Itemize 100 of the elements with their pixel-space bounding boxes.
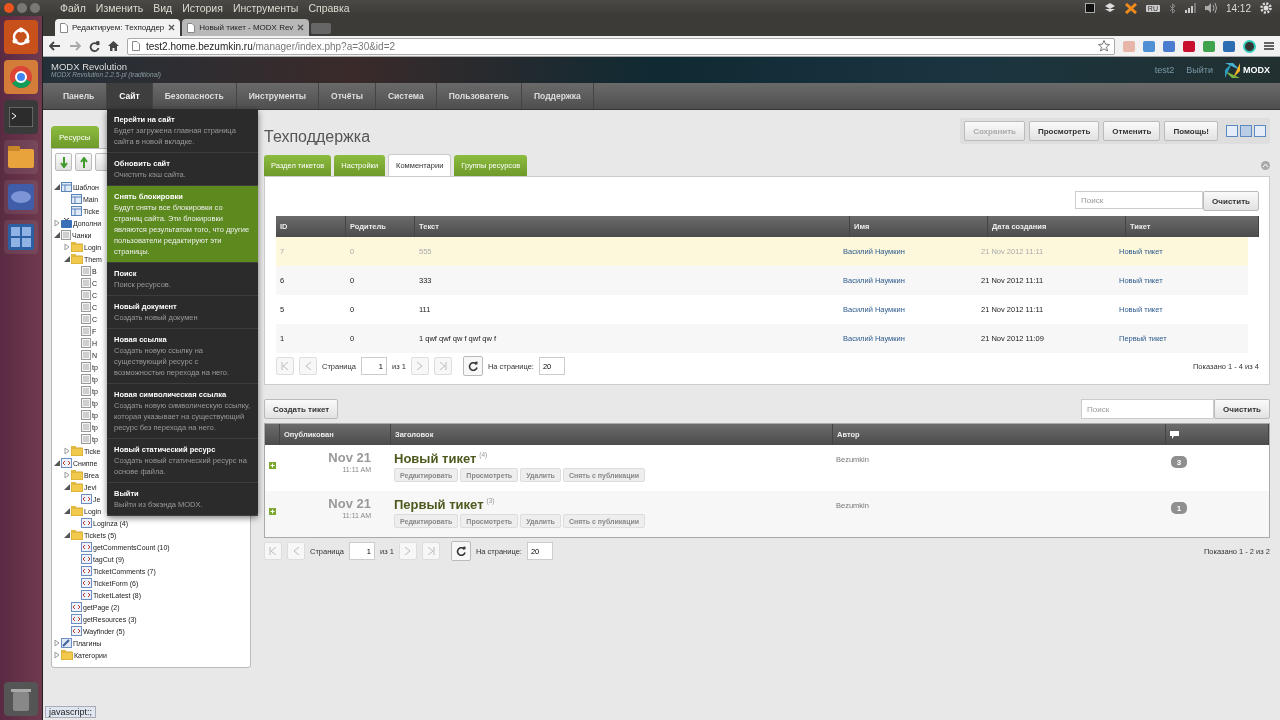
nav-menu-item[interactable]: Поддержка <box>522 83 594 109</box>
minimize-icon[interactable] <box>17 3 27 13</box>
browser-tab[interactable]: Редактируем: Техподдер <box>55 19 181 36</box>
previous-page-icon <box>304 362 312 370</box>
nav-menu-item[interactable]: Пользователь <box>436 83 522 109</box>
settings-icon[interactable] <box>1260 2 1272 14</box>
search-field[interactable]: Поиск <box>1075 191 1204 209</box>
previous-page-icon <box>292 547 300 555</box>
page-icon <box>187 22 196 33</box>
extension-icon[interactable] <box>1243 39 1256 53</box>
collapse-arrow-icon[interactable] <box>64 256 70 262</box>
extension-icon[interactable] <box>1183 40 1195 52</box>
browser-icon[interactable] <box>4 60 38 94</box>
address-bar[interactable]: test2.home.bezumkin.ru/manager/index.php?a=30&id=2 <box>127 37 1115 55</box>
back-icon[interactable] <box>49 41 61 51</box>
folder-icon <box>71 506 83 516</box>
star-icon[interactable] <box>1098 40 1110 52</box>
folder-icon <box>71 242 83 252</box>
document-icon <box>81 434 91 444</box>
status-bar: javascript:; <box>45 706 96 718</box>
collapse-arrow-icon[interactable] <box>54 232 60 238</box>
close-icon[interactable] <box>4 3 14 13</box>
page-icon <box>60 22 68 33</box>
layout-icon[interactable] <box>1240 125 1252 137</box>
page-title: Техподдержка <box>264 128 371 146</box>
volume-icon[interactable] <box>1204 3 1217 13</box>
app-menu-item[interactable]: Справка <box>308 2 350 14</box>
collapse-arrow-icon[interactable] <box>54 460 60 466</box>
app-icon[interactable] <box>4 180 38 214</box>
clock[interactable]: 14:12 <box>1225 2 1251 14</box>
expand-plus-icon[interactable] <box>269 462 276 469</box>
new-tab-button[interactable] <box>311 23 332 34</box>
browser-tab[interactable]: Новый тикет - MODX Rev <box>182 19 310 36</box>
ticket-title-link[interactable]: Первый тикет <box>394 497 484 512</box>
refresh-button[interactable] <box>450 541 471 561</box>
terminal-icon[interactable] <box>4 100 38 134</box>
x-icon[interactable] <box>1124 2 1137 14</box>
action-button[interactable]: Отменить <box>1103 121 1161 141</box>
forward-icon[interactable] <box>69 41 81 51</box>
menu-icon[interactable] <box>1264 41 1274 51</box>
nav-menu-item[interactable]: Сайт <box>107 83 153 109</box>
app-menu-item[interactable]: Изменить <box>95 2 144 14</box>
folder-icon[interactable] <box>4 140 38 174</box>
tv-icon <box>61 218 72 228</box>
square-icon[interactable] <box>1084 3 1095 13</box>
layout-icon[interactable] <box>1254 125 1266 137</box>
layout-icon[interactable] <box>1226 125 1238 137</box>
document-icon <box>81 266 91 276</box>
expand-arrow-icon[interactable] <box>54 640 60 646</box>
maximize-icon[interactable] <box>30 3 40 13</box>
action-button[interactable]: Просмотреть <box>1029 121 1100 141</box>
refresh-icon <box>467 361 478 371</box>
workspaces-icon[interactable] <box>4 220 38 254</box>
action-button[interactable]: Помощь! <box>1164 121 1218 141</box>
signal-icon[interactable] <box>1184 3 1196 13</box>
expand-arrow-icon[interactable] <box>64 244 70 250</box>
refresh-button[interactable] <box>462 356 483 376</box>
create-ticket-button[interactable]: Создать тикет <box>264 399 339 419</box>
app-menu-item[interactable]: Инструменты <box>232 2 299 14</box>
close-icon[interactable] <box>297 24 305 31</box>
bluetooth-icon[interactable] <box>1168 2 1176 14</box>
search-field[interactable]: Поиск <box>1081 399 1215 419</box>
folder-icon <box>71 254 83 264</box>
collapse-arrow-icon[interactable] <box>64 532 70 538</box>
trash-icon[interactable] <box>4 682 38 716</box>
nav-menu-item[interactable]: Отчёты <box>319 83 376 109</box>
modx-logo[interactable]: MODX <box>1225 62 1270 78</box>
clear-button[interactable]: Очистить <box>1203 191 1259 211</box>
box-icon[interactable] <box>1103 3 1116 13</box>
nav-menu-item[interactable]: Система <box>375 83 437 109</box>
expand-arrow-icon[interactable] <box>64 448 70 454</box>
document-icon <box>81 338 91 348</box>
expand-arrow-icon[interactable] <box>54 652 60 658</box>
expand-arrow-icon[interactable] <box>64 472 70 478</box>
folder-icon <box>71 482 83 492</box>
logout-link[interactable]: Выйти <box>1186 65 1213 75</box>
code-file-icon <box>81 590 92 600</box>
first-page-icon <box>269 547 277 555</box>
app-menu-item[interactable]: Файл <box>60 2 86 14</box>
user-link[interactable]: test2 <box>1154 65 1175 75</box>
collapse-arrow-icon[interactable] <box>64 508 70 514</box>
logo-mark-icon <box>1225 62 1240 78</box>
app-menu-item[interactable]: Вид <box>153 2 173 14</box>
close-icon[interactable] <box>168 24 176 31</box>
collapse-arrow-icon[interactable] <box>64 484 70 490</box>
ticket-title-link[interactable]: Новый тикет <box>394 451 477 466</box>
down-arrow-button[interactable] <box>55 153 72 171</box>
collapse-arrow-icon[interactable] <box>54 184 60 190</box>
folder-icon <box>71 446 83 456</box>
expand-arrow-icon[interactable] <box>54 220 60 226</box>
up-arrow-icon <box>79 156 88 168</box>
ubuntu-logo-icon[interactable] <box>4 20 38 54</box>
template-icon <box>71 194 82 204</box>
reload-icon[interactable] <box>89 40 100 52</box>
code-file-icon <box>81 518 92 528</box>
collapse-icon[interactable] <box>1261 160 1270 170</box>
home-icon[interactable] <box>108 41 119 51</box>
expand-plus-icon[interactable] <box>269 508 276 515</box>
clear-button[interactable]: Очистить <box>1214 399 1270 419</box>
app-menu-item[interactable]: История <box>182 2 223 14</box>
